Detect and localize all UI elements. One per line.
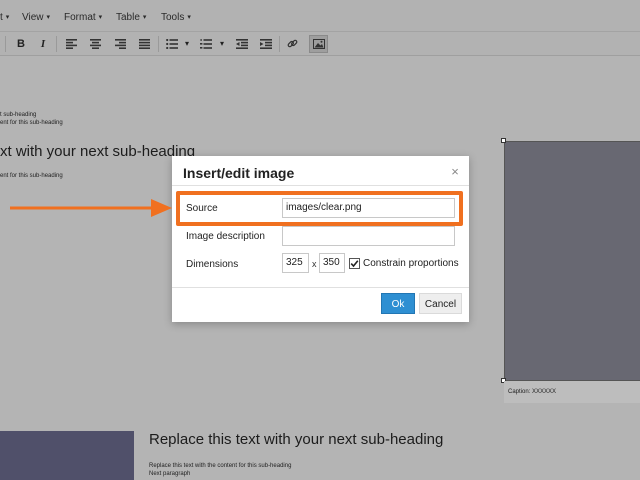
checkmark-icon (350, 260, 359, 268)
image-icon (312, 39, 325, 49)
align-left-button[interactable] (66, 35, 78, 53)
numbered-list-icon (200, 39, 212, 49)
link-button[interactable] (287, 35, 299, 53)
italic-button[interactable]: I (37, 35, 49, 53)
source-highlight-box (176, 191, 463, 226)
resize-handle-top-left[interactable] (501, 138, 506, 143)
description-label: Image description (186, 231, 265, 242)
image-caption: Caption: XXXXXX (508, 389, 557, 395)
divider (172, 185, 469, 186)
link-icon (287, 39, 298, 48)
menubar: t ▾ View ▾ Format ▾ Table ▾ Tools ▾ (0, 0, 640, 32)
sub-heading: Replace this text with your next sub-hea… (149, 431, 444, 448)
body-text: ent for this sub-heading (0, 173, 63, 179)
dimension-separator: x (312, 259, 317, 269)
bullet-list-dropdown[interactable]: ▾ (183, 35, 191, 53)
chevron-down-icon: ▾ (142, 14, 147, 21)
divider (172, 287, 469, 288)
body-text: Next paragraph (149, 471, 191, 477)
indent-button[interactable] (260, 35, 272, 53)
align-right-icon (115, 39, 126, 49)
menu-view[interactable]: View ▾ (22, 12, 50, 23)
chevron-down-icon: ▾ (98, 14, 103, 21)
body-text: Replace this text with the content for t… (149, 463, 292, 469)
bold-button[interactable]: B (15, 35, 27, 53)
numbered-list-button[interactable] (200, 35, 212, 53)
body-text: t sub-heading (0, 112, 37, 118)
ok-button[interactable]: Ok (381, 293, 415, 314)
content-image[interactable] (0, 431, 134, 480)
selected-image[interactable] (504, 141, 640, 381)
height-input[interactable]: 350 (319, 253, 345, 273)
menu-tools[interactable]: Tools ▾ (161, 12, 191, 23)
menu-label: View (22, 12, 44, 23)
menu-label: Tools (161, 12, 185, 23)
insert-image-dialog: Insert/edit image × Source images/clear.… (172, 156, 469, 322)
bullet-list-icon (166, 39, 178, 49)
numbered-list-dropdown[interactable]: ▾ (218, 35, 226, 53)
indent-icon (260, 39, 272, 49)
outdent-icon (236, 39, 248, 49)
align-right-button[interactable] (115, 35, 127, 53)
toolbar-separator (5, 36, 6, 52)
constrain-proportions-checkbox[interactable] (349, 258, 360, 269)
menu-label: t (0, 12, 3, 23)
align-left-icon (66, 39, 77, 49)
toolbar-separator (279, 36, 280, 52)
body-text: ent for this sub-heading (0, 120, 63, 126)
description-input[interactable] (282, 226, 455, 246)
align-center-button[interactable] (90, 35, 102, 53)
menu-format[interactable]: Format ▾ (64, 12, 102, 23)
sub-heading: xt with your next sub-heading (0, 143, 196, 160)
toolbar-separator (56, 36, 57, 52)
dimensions-label: Dimensions (186, 259, 239, 270)
chevron-down-icon: ▾ (46, 14, 51, 21)
align-justify-button[interactable] (139, 35, 151, 53)
menu-label: Format (64, 12, 96, 23)
constrain-proportions-label: Constrain proportions (363, 258, 459, 269)
toolbar: B I ▾ ▾ (0, 32, 640, 56)
width-input[interactable]: 325 (282, 253, 309, 273)
bullet-list-button[interactable] (166, 35, 178, 53)
menu-label: Table (116, 12, 140, 23)
cancel-button[interactable]: Cancel (419, 293, 462, 314)
chevron-down-icon: ▾ (5, 14, 10, 21)
align-justify-icon (139, 39, 150, 49)
menu-table[interactable]: Table ▾ (116, 12, 146, 23)
toolbar-separator (158, 36, 159, 52)
close-icon[interactable]: × (448, 164, 462, 179)
align-center-icon (90, 39, 101, 49)
dialog-title: Insert/edit image (183, 165, 295, 181)
image-button[interactable] (309, 35, 328, 53)
outdent-button[interactable] (236, 35, 248, 53)
chevron-down-icon: ▾ (187, 14, 191, 21)
menu-edit[interactable]: t ▾ (0, 12, 9, 23)
